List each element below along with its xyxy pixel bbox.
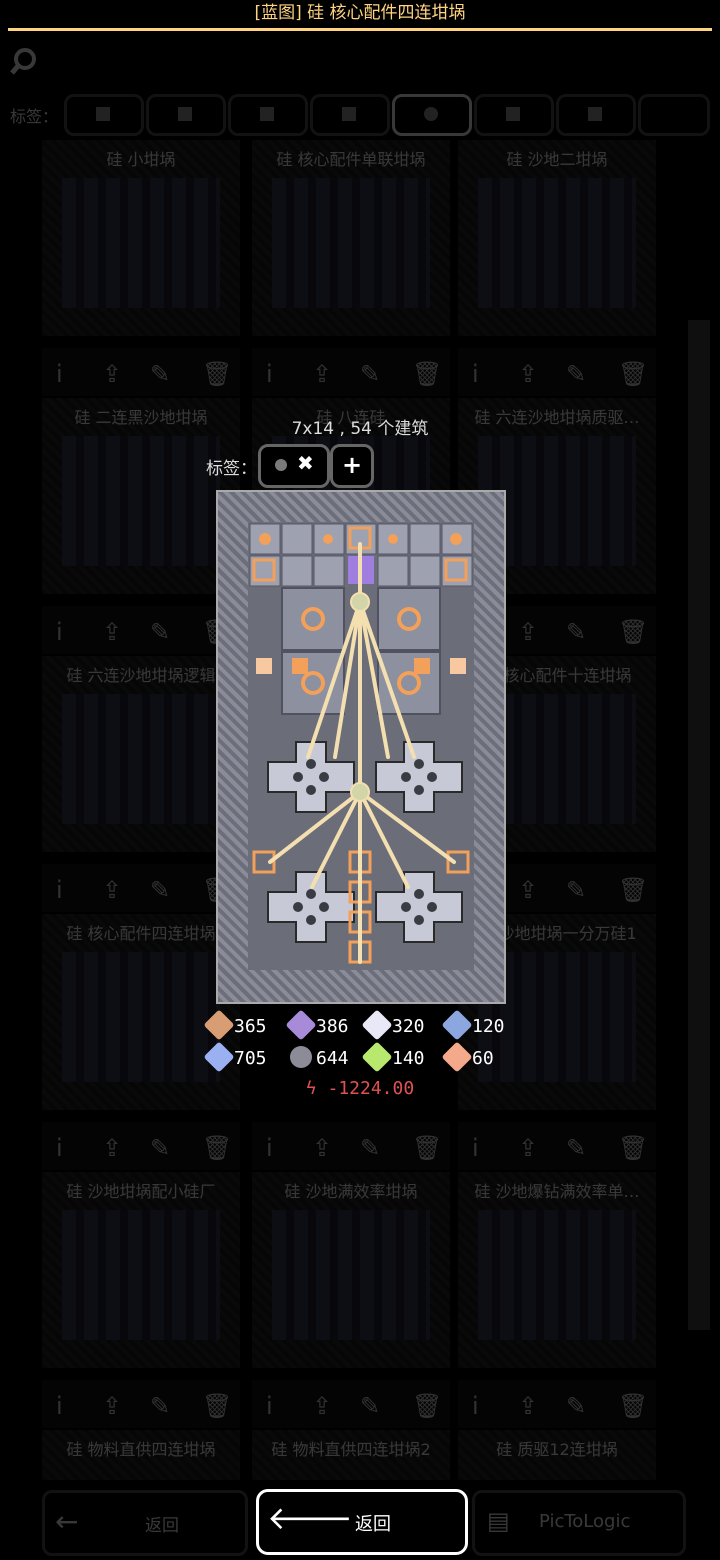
card-actions: i⇪✎🗑 — [42, 1380, 240, 1428]
tag-filter-button[interactable] — [228, 94, 308, 136]
resource-item: 120 — [441, 1009, 505, 1041]
arrow-left-icon: ← — [55, 1505, 79, 1538]
back-label: 返回 — [145, 1516, 179, 1536]
blueprint-card[interactable]: 硅 质驱12连坩埚 — [458, 1430, 656, 1480]
lead-icon — [285, 1041, 317, 1073]
dialog-tag-label: 标签： — [206, 459, 257, 479]
titanium-icon — [441, 1009, 473, 1041]
tag-bar-label: 标签： — [10, 107, 59, 126]
blueprint-card[interactable]: 硅 核心配件单联坩埚 — [252, 140, 450, 336]
page-title: [蓝图] 硅 核心配件四连坩埚 — [254, 3, 466, 23]
edit-tags-button[interactable] — [638, 94, 710, 136]
card-name: 硅 沙地爆钻满效率单… — [474, 1182, 640, 1201]
blueprint-card[interactable]: 硅 六连沙地坩埚逻辑 — [42, 656, 240, 852]
blueprint-card[interactable]: 硅 沙地满效率坩埚 — [252, 1172, 450, 1368]
remove-tag-icon[interactable]: ✖ — [297, 451, 314, 475]
card-actions: i⇪✎🗑 — [458, 348, 656, 396]
card-thumbnail — [272, 1210, 430, 1340]
silicon-icon — [203, 1041, 235, 1073]
resource-item: 320 — [361, 1009, 425, 1041]
card-actions: i⇪✎🗑 — [42, 1122, 240, 1170]
blueprint-preview — [216, 490, 506, 1004]
card-name: 硅 核心配件四连坩埚 — [66, 924, 216, 943]
back-label: 返回 — [355, 1514, 391, 1535]
tag-chip[interactable]: ✖ — [258, 444, 330, 488]
arrow-left-icon: 🡐 — [267, 1499, 353, 1537]
card-thumbnail — [478, 178, 636, 308]
card-actions: i⇪✎🗑 — [252, 1380, 450, 1428]
card-thumbnail — [62, 952, 220, 1082]
card-actions: i⇪✎🗑 — [42, 864, 240, 912]
card-thumbnail — [62, 694, 220, 824]
card-actions: i⇪✎🗑 — [252, 348, 450, 396]
tag-filter-button[interactable] — [310, 94, 390, 136]
blueprint-card[interactable]: 硅 物料直供四连坩埚2 — [252, 1430, 450, 1480]
clipboard-icon: ▤ — [487, 1507, 510, 1535]
card-actions: i⇪✎🗑 — [42, 606, 240, 654]
card-name: 硅 小坩埚 — [106, 150, 176, 169]
copper-icon — [203, 1009, 235, 1041]
resource-item: 705 — [203, 1041, 267, 1073]
lightning-icon: ϟ — [305, 1078, 328, 1099]
card-name: 硅 沙地满效率坩埚 — [284, 1182, 418, 1201]
lead-tag-icon — [275, 459, 287, 471]
resource-item: 365 — [203, 1009, 267, 1041]
card-thumbnail — [62, 436, 220, 566]
card-thumbnail — [478, 1210, 636, 1340]
card-actions: i⇪✎🗑 — [252, 1122, 450, 1170]
card-actions: i⇪✎🗑 — [458, 1122, 656, 1170]
tag-filter-button[interactable] — [64, 94, 144, 136]
resource-item: 386 — [285, 1009, 349, 1041]
card-name: 硅 物料直供四连坩埚 — [66, 1440, 216, 1459]
add-tag-button[interactable]: + — [330, 444, 374, 488]
tag-filter-button[interactable] — [556, 94, 636, 136]
card-thumbnail — [272, 178, 430, 308]
card-actions: i⇪✎🗑 — [458, 1380, 656, 1428]
back-button[interactable]: 🡐 返回 — [256, 1489, 468, 1555]
title-underline — [8, 28, 712, 31]
back-button-bg[interactable]: ← 返回 — [42, 1490, 248, 1556]
surge-icon — [441, 1041, 473, 1073]
search-icon[interactable] — [10, 46, 40, 76]
blueprint-card[interactable]: 硅 沙地爆钻满效率单… — [458, 1172, 656, 1368]
card-actions: i⇪✎🗑 — [42, 348, 240, 396]
metaglass-icon — [361, 1009, 393, 1041]
tag-filter-button[interactable] — [146, 94, 226, 136]
pictologic-button[interactable]: ▤ PicToLogic — [472, 1490, 686, 1556]
resource-item: 140 — [361, 1041, 425, 1073]
card-thumbnail — [62, 1210, 220, 1340]
tag-filter-button-active[interactable] — [392, 94, 472, 136]
scrollbar[interactable] — [688, 320, 710, 1330]
pictologic-label: PicToLogic — [539, 1511, 631, 1532]
card-name: 硅 沙地坩埚配小硅厂 — [66, 1182, 216, 1201]
resource-item: 644 — [285, 1041, 349, 1073]
tag-filter-button[interactable] — [474, 94, 554, 136]
card-name: 硅 质驱12连坩埚 — [496, 1440, 618, 1459]
blueprint-card[interactable]: 硅 物料直供四连坩埚 — [42, 1430, 240, 1480]
thorium-icon — [361, 1041, 393, 1073]
card-thumbnail — [62, 178, 220, 308]
blueprint-card[interactable]: 硅 沙地二坩埚 — [458, 140, 656, 336]
blueprint-card[interactable]: 硅 小坩埚 — [42, 140, 240, 336]
card-name: 硅 沙地二坩埚 — [506, 150, 608, 169]
card-name: 硅 核心配件单联坩埚 — [276, 150, 426, 169]
resource-item: 60 — [441, 1041, 494, 1073]
blueprint-card[interactable]: 硅 沙地坩埚配小硅厂 — [42, 1172, 240, 1368]
card-name: 硅 六连沙地坩埚逻辑 — [66, 666, 216, 685]
blueprint-dimensions: 7x14 , 54 个建筑 — [291, 419, 429, 439]
power-value: -1224.00 — [327, 1078, 415, 1099]
plastanium-icon — [285, 1009, 317, 1041]
power-usage: ϟ -1224.00 — [0, 1078, 720, 1099]
blueprint-grid — [248, 522, 474, 970]
card-name: 硅 物料直供四连坩埚2 — [271, 1440, 431, 1459]
